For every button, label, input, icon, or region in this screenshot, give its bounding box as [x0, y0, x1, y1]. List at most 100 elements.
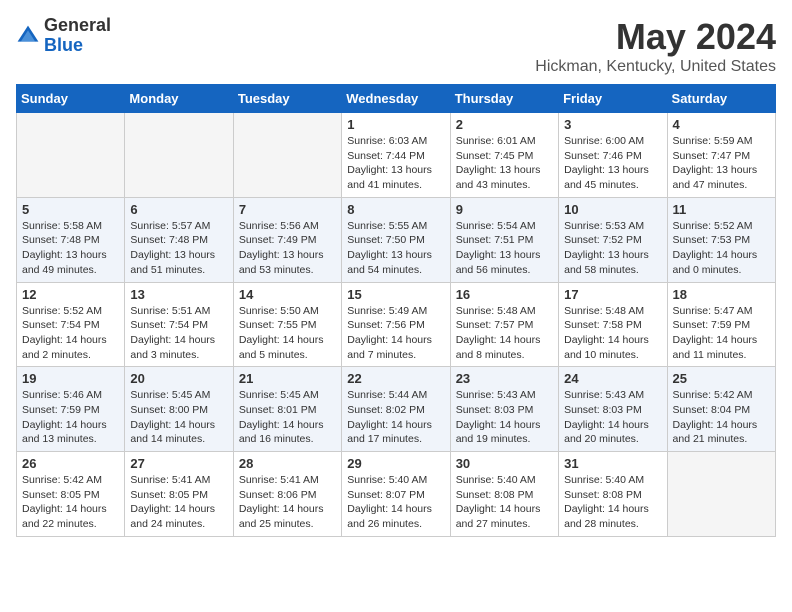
day-number: 22: [347, 371, 444, 386]
day-info: Sunrise: 5:49 AMSunset: 7:56 PMDaylight:…: [347, 304, 444, 363]
sunrise-text: Sunrise: 5:56 AM: [239, 220, 319, 232]
weekday-header-thursday: Thursday: [450, 85, 558, 113]
daylight-text: Daylight: 14 hours and 16 minutes.: [239, 419, 324, 446]
sunrise-text: Sunrise: 5:52 AM: [22, 305, 102, 317]
sunrise-text: Sunrise: 6:03 AM: [347, 135, 427, 147]
calendar-subtitle: Hickman, Kentucky, United States: [535, 58, 776, 76]
sunrise-text: Sunrise: 5:55 AM: [347, 220, 427, 232]
calendar-cell: 10Sunrise: 5:53 AMSunset: 7:52 PMDayligh…: [559, 197, 667, 282]
day-info: Sunrise: 5:51 AMSunset: 7:54 PMDaylight:…: [130, 304, 227, 363]
daylight-text: Daylight: 13 hours and 49 minutes.: [22, 249, 107, 276]
daylight-text: Daylight: 13 hours and 54 minutes.: [347, 249, 432, 276]
daylight-text: Daylight: 14 hours and 20 minutes.: [564, 419, 649, 446]
sunset-text: Sunset: 7:46 PM: [564, 150, 642, 162]
calendar-title: May 2024: [535, 16, 776, 58]
calendar-cell: 22Sunrise: 5:44 AMSunset: 8:02 PMDayligh…: [342, 367, 450, 452]
daylight-text: Daylight: 14 hours and 3 minutes.: [130, 334, 215, 361]
day-info: Sunrise: 5:52 AMSunset: 7:54 PMDaylight:…: [22, 304, 119, 363]
calendar-cell: 31Sunrise: 5:40 AMSunset: 8:08 PMDayligh…: [559, 452, 667, 537]
sunset-text: Sunset: 7:48 PM: [22, 234, 100, 246]
sunset-text: Sunset: 7:55 PM: [239, 319, 317, 331]
sunrise-text: Sunrise: 5:59 AM: [673, 135, 753, 147]
weekday-header-tuesday: Tuesday: [233, 85, 341, 113]
weekday-header-row: SundayMondayTuesdayWednesdayThursdayFrid…: [17, 85, 776, 113]
day-number: 29: [347, 456, 444, 471]
calendar-cell: 23 Sunrise: 5:43 AMSunset: 8:03 PMDayligh…: [450, 367, 558, 452]
sunset-text: Sunset: 7:51 PM: [456, 234, 534, 246]
day-number: 23: [456, 371, 553, 386]
day-number: 4: [673, 117, 770, 132]
daylight-text: Daylight: 14 hours and 11 minutes.: [673, 334, 758, 361]
sunset-text: Sunset: 7:59 PM: [22, 404, 100, 416]
sunrise-text: Sunrise: 6:01 AM: [456, 135, 536, 147]
sunrise-text: Sunrise: 5:45 AM: [130, 389, 210, 401]
calendar-cell: 24Sunrise: 5:43 AMSunset: 8:03 PMDayligh…: [559, 367, 667, 452]
day-info: Sunrise: 5:40 AMSunset: 8:08 PMDaylight:…: [564, 473, 661, 532]
day-number: 28: [239, 456, 336, 471]
calendar-cell: 15Sunrise: 5:49 AMSunset: 7:56 PMDayligh…: [342, 282, 450, 367]
calendar-table: SundayMondayTuesdayWednesdayThursdayFrid…: [16, 84, 776, 537]
sunset-text: Sunset: 8:03 PM: [456, 404, 534, 416]
calendar-cell: 12Sunrise: 5:52 AMSunset: 7:54 PMDayligh…: [17, 282, 125, 367]
sunset-text: Sunset: 8:00 PM: [130, 404, 208, 416]
day-number: 13: [130, 287, 227, 302]
day-info: Sunrise: 5:53 AMSunset: 7:52 PMDaylight:…: [564, 219, 661, 278]
day-number: 3: [564, 117, 661, 132]
day-number: 5: [22, 202, 119, 217]
day-number: 16: [456, 287, 553, 302]
calendar-cell: 14Sunrise: 5:50 AMSunset: 7:55 PMDayligh…: [233, 282, 341, 367]
daylight-text: Daylight: 14 hours and 10 minutes.: [564, 334, 649, 361]
day-info: Sunrise: 5:55 AM Sunset: 7:50 PM Daylight:…: [347, 219, 444, 278]
daylight-text: Daylight: 13 hours and 45 minutes.: [564, 164, 649, 191]
calendar-cell: 27Sunrise: 5:41 AMSunset: 8:05 PMDayligh…: [125, 452, 233, 537]
logo-general-text: General: [44, 16, 111, 36]
day-number: 30: [456, 456, 553, 471]
page-header: General Blue May 2024 Hickman, Kentucky,…: [16, 16, 776, 76]
daylight-text: Daylight: 14 hours and 21 minutes.: [673, 419, 758, 446]
sunset-text: Sunset: 8:05 PM: [130, 489, 208, 501]
calendar-cell: 20Sunrise: 5:45 AMSunset: 8:00 PMDayligh…: [125, 367, 233, 452]
sunset-text: Sunset: 7:57 PM: [456, 319, 534, 331]
calendar-week-row: 12Sunrise: 5:52 AMSunset: 7:54 PMDayligh…: [17, 282, 776, 367]
day-number: 8: [347, 202, 444, 217]
sunset-text: Sunset: 8:05 PM: [22, 489, 100, 501]
sunset-text: Sunset: 7:53 PM: [673, 234, 751, 246]
day-number: 15: [347, 287, 444, 302]
sunset-text: Sunset: 8:08 PM: [456, 489, 534, 501]
day-info: Sunrise: 5:41 AMSunset: 8:05 PMDaylight:…: [130, 473, 227, 532]
day-number: 27: [130, 456, 227, 471]
calendar-cell: 3Sunrise: 6:00 AMSunset: 7:46 PMDaylight…: [559, 113, 667, 198]
day-number: 7: [239, 202, 336, 217]
sunrise-text: Sunrise: 5:48 AM: [456, 305, 536, 317]
day-info: Sunrise: 5:43 AMSunset: 8:03 PMDaylight:…: [456, 388, 553, 447]
day-info: Sunrise: 5:48 AMSunset: 7:57 PMDaylight:…: [456, 304, 553, 363]
calendar-cell: 17Sunrise: 5:48 AMSunset: 7:58 PMDayligh…: [559, 282, 667, 367]
day-number: 20: [130, 371, 227, 386]
sunrise-text: Sunrise: 5:46 AM: [22, 389, 102, 401]
sunrise-text: Sunrise: 5:42 AM: [673, 389, 753, 401]
day-info: Sunrise: 5:42 AMSunset: 8:05 PMDaylight:…: [22, 473, 119, 532]
calendar-cell: 16Sunrise: 5:48 AMSunset: 7:57 PMDayligh…: [450, 282, 558, 367]
sunset-text: Sunset: 7:50 PM: [347, 234, 425, 246]
calendar-cell: 26Sunrise: 5:42 AMSunset: 8:05 PMDayligh…: [17, 452, 125, 537]
sunset-text: Sunset: 7:45 PM: [456, 150, 534, 162]
daylight-text: Daylight: 14 hours and 17 minutes.: [347, 419, 432, 446]
daylight-text: Daylight: 13 hours and 47 minutes.: [673, 164, 758, 191]
sunset-text: Sunset: 7:49 PM: [239, 234, 317, 246]
day-info: Sunrise: 5:45 AMSunset: 8:00 PMDaylight:…: [130, 388, 227, 447]
sunset-text: Sunset: 7:56 PM: [347, 319, 425, 331]
sunrise-text: Sunrise: 5:49 AM: [347, 305, 427, 317]
day-info: Sunrise: 6:03 AMSunset: 7:44 PMDaylight:…: [347, 134, 444, 193]
sunrise-text: Sunrise: 5:41 AM: [130, 474, 210, 486]
day-info: Sunrise: 5:45 AMSunset: 8:01 PMDaylight:…: [239, 388, 336, 447]
sunset-text: Sunset: 8:07 PM: [347, 489, 425, 501]
day-info: Sunrise: 5:54 AMSunset: 7:51 PMDaylight:…: [456, 219, 553, 278]
sunrise-text: Sunrise: 5:45 AM: [239, 389, 319, 401]
calendar-cell: 13 Sunrise: 5:51 AMSunset: 7:54 PMDayligh…: [125, 282, 233, 367]
calendar-week-row: 26Sunrise: 5:42 AMSunset: 8:05 PMDayligh…: [17, 452, 776, 537]
sunset-text: Sunset: 7:59 PM: [673, 319, 751, 331]
sunset-text: Sunset: 7:58 PM: [564, 319, 642, 331]
sunrise-text: Sunrise: 5:58 AM: [22, 220, 102, 232]
day-number: 2: [456, 117, 553, 132]
sunset-text: Sunset: 8:02 PM: [347, 404, 425, 416]
